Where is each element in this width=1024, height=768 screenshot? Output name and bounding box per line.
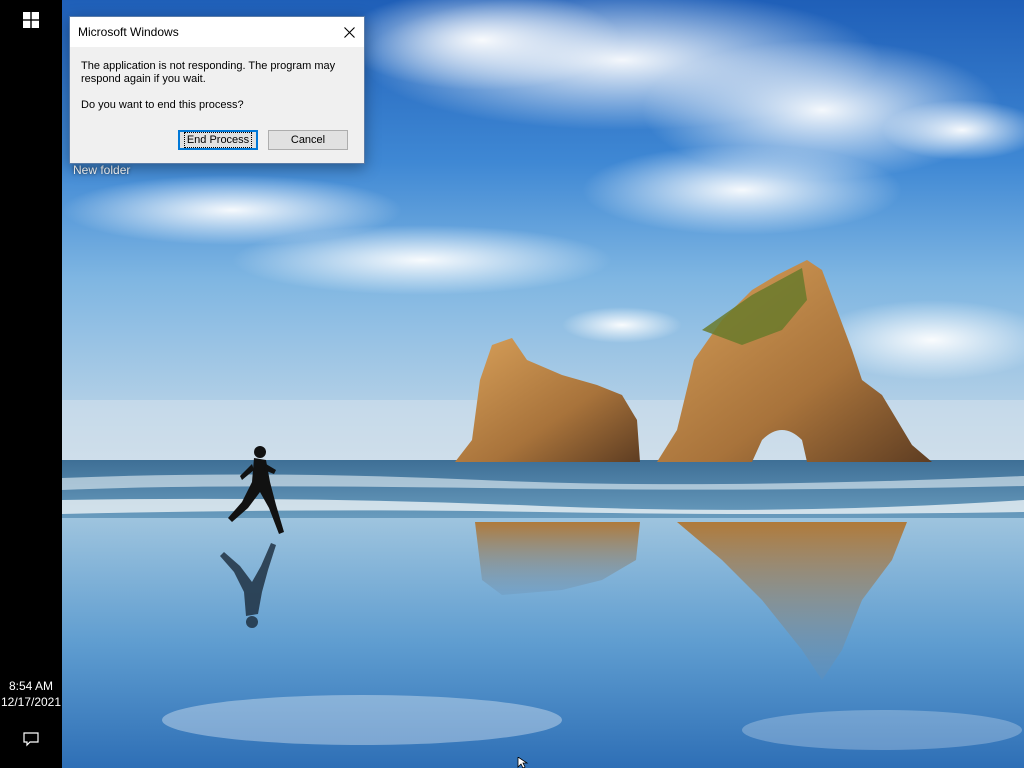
- dialog-close-button[interactable]: [334, 17, 364, 47]
- dialog-message: The application is not responding. The p…: [81, 60, 336, 85]
- taskbar: 8:54 AM 12/17/2021: [0, 0, 62, 768]
- end-process-label: End Process: [183, 132, 253, 148]
- not-responding-dialog: Microsoft Windows The application is not…: [69, 16, 365, 164]
- end-process-button[interactable]: End Process: [178, 130, 258, 150]
- clock-date: 12/17/2021: [0, 695, 62, 709]
- mouse-cursor-icon: [517, 757, 529, 768]
- dialog-titlebar[interactable]: Microsoft Windows: [70, 17, 364, 47]
- action-center-button[interactable]: [15, 725, 47, 753]
- cancel-label: Cancel: [290, 134, 326, 146]
- cancel-button[interactable]: Cancel: [268, 130, 348, 150]
- dialog-title: Microsoft Windows: [78, 25, 179, 39]
- close-icon: [343, 26, 355, 38]
- start-button[interactable]: [15, 6, 47, 34]
- notification-icon: [23, 732, 39, 747]
- desktop-icon-new-folder[interactable]: New folder: [73, 163, 130, 177]
- taskbar-clock[interactable]: 8:54 AM 12/17/2021: [0, 678, 62, 710]
- dialog-question: Do you want to end this process?: [81, 99, 244, 111]
- clock-time: 8:54 AM: [8, 679, 54, 693]
- windows-logo-icon: [23, 12, 39, 28]
